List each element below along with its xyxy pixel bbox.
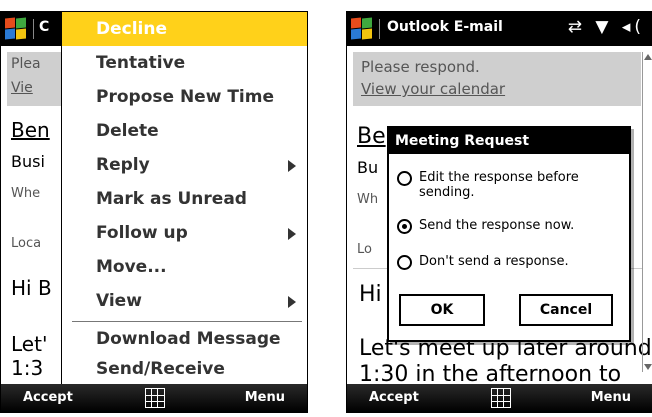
menu-item-label: Decline [96,19,168,39]
title-separator [33,19,34,39]
menu-item-tentative[interactable]: Tentative [62,46,307,80]
background-text: Hi B [11,276,52,300]
submenu-arrow-icon [288,160,296,172]
background-text: Whe [11,186,41,201]
option-label: Edit the response before sending. [419,170,579,200]
background-text: 1:3 [11,356,44,380]
menu-item-follow-up[interactable]: Follow up [62,216,307,250]
left-phone-screen: C Plea Vie Ben Busi Whe Loca Hi B Let' 1… [0,11,308,413]
softkey-bar: Accept Menu [347,384,652,412]
background-text: Vie [11,80,33,96]
menu-softkey[interactable]: Menu [245,390,285,405]
message-body: Please respond. View your calendar Be Bu… [347,46,652,387]
submenu-arrow-icon [288,296,296,308]
menu-item-label: Follow up [96,223,188,243]
menu-item-label: Send/Receive [96,359,225,379]
menu-item-mark-as-unread[interactable]: Mark as Unread [62,182,307,216]
title-bar: Outlook E-mail ⇄ ▼ ◂( [347,12,652,46]
location-line: Lo [357,242,372,257]
menu-item-view[interactable]: View [62,284,307,318]
menu-item-label: Mark as Unread [96,189,247,209]
app-title: Outlook E-mail [387,19,503,35]
background-text: Plea [11,56,41,72]
radio-selected-icon[interactable] [397,219,412,234]
background-text: Let' [11,332,48,356]
background-text: Busi [11,152,45,171]
right-phone-screen: Outlook E-mail ⇄ ▼ ◂( Please respond. Vi… [346,11,652,413]
keyboard-icon[interactable] [145,388,165,408]
menu-item-label: Delete [96,121,159,141]
title-fragment: C [39,19,50,35]
background-text: Loca [11,236,42,251]
meeting-request-dialog: Meeting Request Edit the response before… [387,126,631,342]
submenu-arrow-icon [288,228,296,240]
background-text: Ben [11,118,50,142]
menu-item-label: Download Message [96,329,281,349]
windows-logo-icon[interactable] [351,17,373,40]
menu-item-download-message[interactable]: Download Message [62,322,307,356]
title-separator [379,19,380,39]
menu-item-move[interactable]: Move... [62,250,307,284]
context-menu: Decline Tentative Propose New Time Delet… [61,12,307,386]
option-label: Don't send a response. [419,254,569,269]
menu-item-label: Tentative [96,53,186,73]
menu-item-label: Propose New Time [96,87,274,107]
windows-logo-icon[interactable] [5,17,27,40]
ok-button[interactable]: OK [399,294,485,326]
keyboard-icon[interactable] [491,388,511,408]
radio-icon[interactable] [397,171,412,186]
response-banner: Please respond. View your calendar [353,52,641,106]
status-icons[interactable]: ⇄ ▼ ◂( [568,17,645,37]
menu-item-send-receive[interactable]: Send/Receive [62,352,307,386]
when-line: Wh [357,192,379,207]
radio-icon[interactable] [397,255,412,270]
cancel-button[interactable]: Cancel [519,294,613,326]
view-calendar-link[interactable]: View your calendar [361,80,633,98]
option-label: Send the response now. [419,218,575,233]
menu-item-propose-new-time[interactable]: Propose New Time [62,80,307,114]
accept-softkey[interactable]: Accept [369,390,419,405]
menu-item-reply[interactable]: Reply [62,148,307,182]
scroll-up-icon[interactable] [644,54,652,60]
menu-item-delete[interactable]: Delete [62,114,307,148]
scrollbar[interactable] [642,52,652,372]
busy-status: Bu [357,158,379,177]
scroll-down-icon[interactable] [644,364,652,370]
accept-softkey[interactable]: Accept [23,390,73,405]
softkey-bar: Accept Menu [1,384,307,412]
banner-text: Please respond. [361,58,480,76]
sender-name[interactable]: Be [357,124,386,149]
menu-item-label: Move... [96,257,167,277]
menu-softkey[interactable]: Menu [591,390,631,405]
menu-item-decline[interactable]: Decline [62,12,307,46]
dialog-title: Meeting Request [389,128,629,154]
message-background: Plea Vie Ben Busi Whe Loca Hi B Let' 1:3 [1,46,61,384]
menu-item-label: Reply [96,155,150,175]
menu-item-label: View [96,291,142,311]
